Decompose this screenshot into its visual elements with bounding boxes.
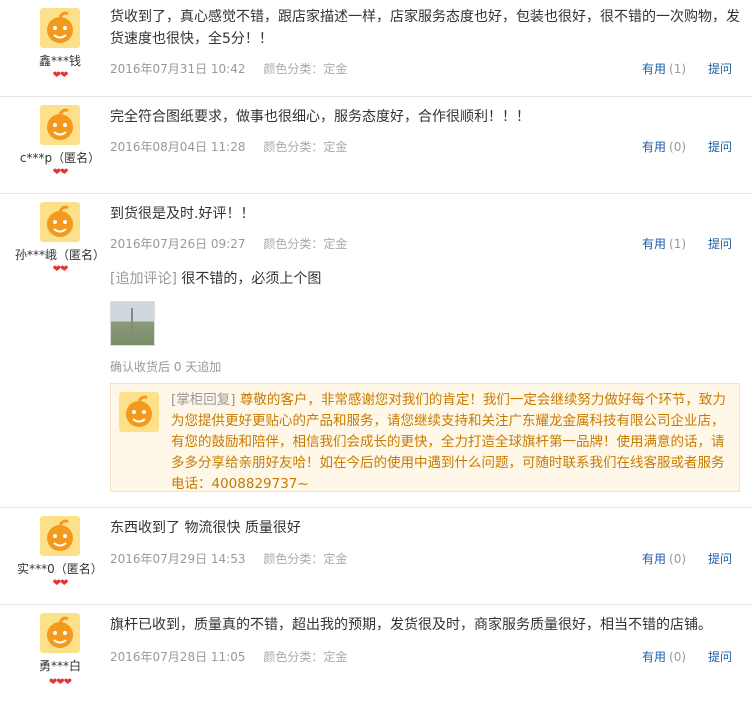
color-label: 颜色分类： xyxy=(263,140,324,154)
useful-count: (1) xyxy=(669,237,687,251)
useful-count: (0) xyxy=(669,650,687,664)
review-item: c***p（匿名） ❤❤ 完全符合图纸要求，做事也很细心，服务态度好，合作很顺利… xyxy=(0,97,752,194)
review-content: 旗杆已收到，质量真的不错，超出我的预期，发货很及时，商家服务质量很好，相当不错的… xyxy=(110,617,712,633)
seller-avatar xyxy=(119,392,159,432)
review-date: 2016年07月26日 09:27 xyxy=(110,237,246,251)
useful-count: (0) xyxy=(669,140,687,154)
reply-content: 尊敬的客户，非常感谢您对我们的肯定！我们一定会继续努力做好每个环节，致力为您提供… xyxy=(171,392,726,492)
review-date: 2016年08月04日 11:28 xyxy=(110,140,246,154)
append-label: [追加评论] xyxy=(110,271,177,287)
review-date: 2016年07月29日 14:53 xyxy=(110,552,246,566)
review-username: 实***0（匿名） xyxy=(17,562,103,576)
useful-label: 有用 xyxy=(642,650,667,664)
seller-reply-text: [掌柜回复] 尊敬的客户，非常感谢您对我们的肯定！我们一定会继续努力做好每个环节… xyxy=(171,390,733,495)
color-value: 定金 xyxy=(323,650,348,664)
avatar[interactable] xyxy=(40,613,80,653)
review-content: 到货很是及时.好评！！ xyxy=(110,206,255,222)
review-meta: 2016年07月26日 09:27 颜色分类：定金 xyxy=(110,235,347,252)
color-value: 定金 xyxy=(323,552,348,566)
review-meta: 2016年07月28日 11:05 颜色分类：定金 xyxy=(110,648,347,665)
review-username: c***p（匿名） xyxy=(19,151,101,165)
useful-button[interactable]: 有用 (0) xyxy=(642,138,686,155)
review-username: 孙***峨（匿名） xyxy=(14,248,105,262)
credit-hearts-icon: ❤❤ xyxy=(52,70,69,81)
review-meta: 2016年08月04日 11:28 颜色分类：定金 xyxy=(110,138,347,155)
color-value: 定金 xyxy=(323,140,348,154)
credit-hearts-icon: ❤❤ xyxy=(52,167,69,178)
review-item: 孙***峨（匿名） ❤❤ 到货很是及时.好评！！ 2016年07月26日 09:… xyxy=(0,194,752,508)
review-item: 鑫***钱 ❤❤ 货收到了，真心感觉不错，跟店家描述一样，店家服务态度也好，包装… xyxy=(0,0,752,97)
ask-button[interactable]: 提问 xyxy=(708,138,732,155)
color-value: 定金 xyxy=(323,62,348,76)
useful-button[interactable]: 有用 (0) xyxy=(642,550,686,567)
review-item: 实***0（匿名） ❤❤ 东西收到了 物流很快 质量很好 2016年07月29日… xyxy=(0,508,752,605)
append-confirm-text: 确认收货后 0 天追加 xyxy=(110,360,222,374)
review-meta: 2016年07月31日 10:42 颜色分类：定金 xyxy=(110,60,347,77)
useful-label: 有用 xyxy=(642,62,667,76)
useful-label: 有用 xyxy=(642,237,667,251)
useful-label: 有用 xyxy=(642,552,667,566)
useful-button[interactable]: 有用 (1) xyxy=(642,60,686,77)
review-meta: 2016年07月29日 14:53 颜色分类：定金 xyxy=(110,550,347,567)
useful-button[interactable]: 有用 (1) xyxy=(642,235,686,252)
avatar[interactable] xyxy=(40,202,80,242)
useful-count: (1) xyxy=(669,62,687,76)
useful-button[interactable]: 有用 (0) xyxy=(642,648,686,665)
credit-hearts-icon: ❤❤ xyxy=(52,264,69,275)
color-label: 颜色分类： xyxy=(263,650,324,664)
review-date: 2016年07月28日 11:05 xyxy=(110,650,246,664)
seller-reply: [掌柜回复] 尊敬的客户，非常感谢您对我们的肯定！我们一定会继续努力做好每个环节… xyxy=(110,383,740,492)
review-content: 完全符合图纸要求，做事也很细心，服务态度好，合作很顺利！！！ xyxy=(110,109,530,125)
ask-button[interactable]: 提问 xyxy=(708,235,732,252)
review-date: 2016年07月31日 10:42 xyxy=(110,62,246,76)
review-username: 鑫***钱 xyxy=(38,54,81,68)
ask-button[interactable]: 提问 xyxy=(708,60,732,77)
useful-label: 有用 xyxy=(642,140,667,154)
review-item: 勇***白 ❤❤❤ 旗杆已收到，质量真的不错，超出我的预期，发货很及时，商家服务… xyxy=(0,605,752,709)
review-photo-thumbnail[interactable] xyxy=(110,301,155,346)
avatar[interactable] xyxy=(40,8,80,48)
useful-count: (0) xyxy=(669,552,687,566)
credit-hearts-icon: ❤❤❤ xyxy=(48,677,72,688)
color-label: 颜色分类： xyxy=(263,552,324,566)
avatar[interactable] xyxy=(40,105,80,145)
review-content: 货收到了，真心感觉不错，跟店家描述一样，店家服务态度也好，包装也很好，很不错的一… xyxy=(110,9,740,47)
color-label: 颜色分类： xyxy=(263,62,324,76)
ask-button[interactable]: 提问 xyxy=(708,550,732,567)
color-label: 颜色分类： xyxy=(263,237,324,251)
append-review: [追加评论] 很不错的，必须上个图 xyxy=(110,268,740,290)
color-value: 定金 xyxy=(323,237,348,251)
avatar[interactable] xyxy=(40,516,80,556)
append-text: 很不错的，必须上个图 xyxy=(181,271,322,287)
ask-button[interactable]: 提问 xyxy=(708,648,732,665)
credit-hearts-icon: ❤❤ xyxy=(52,578,69,589)
review-content: 东西收到了 物流很快 质量很好 xyxy=(110,520,301,536)
review-username: 勇***白 xyxy=(38,659,81,673)
reply-label: [掌柜回复] xyxy=(171,392,236,408)
